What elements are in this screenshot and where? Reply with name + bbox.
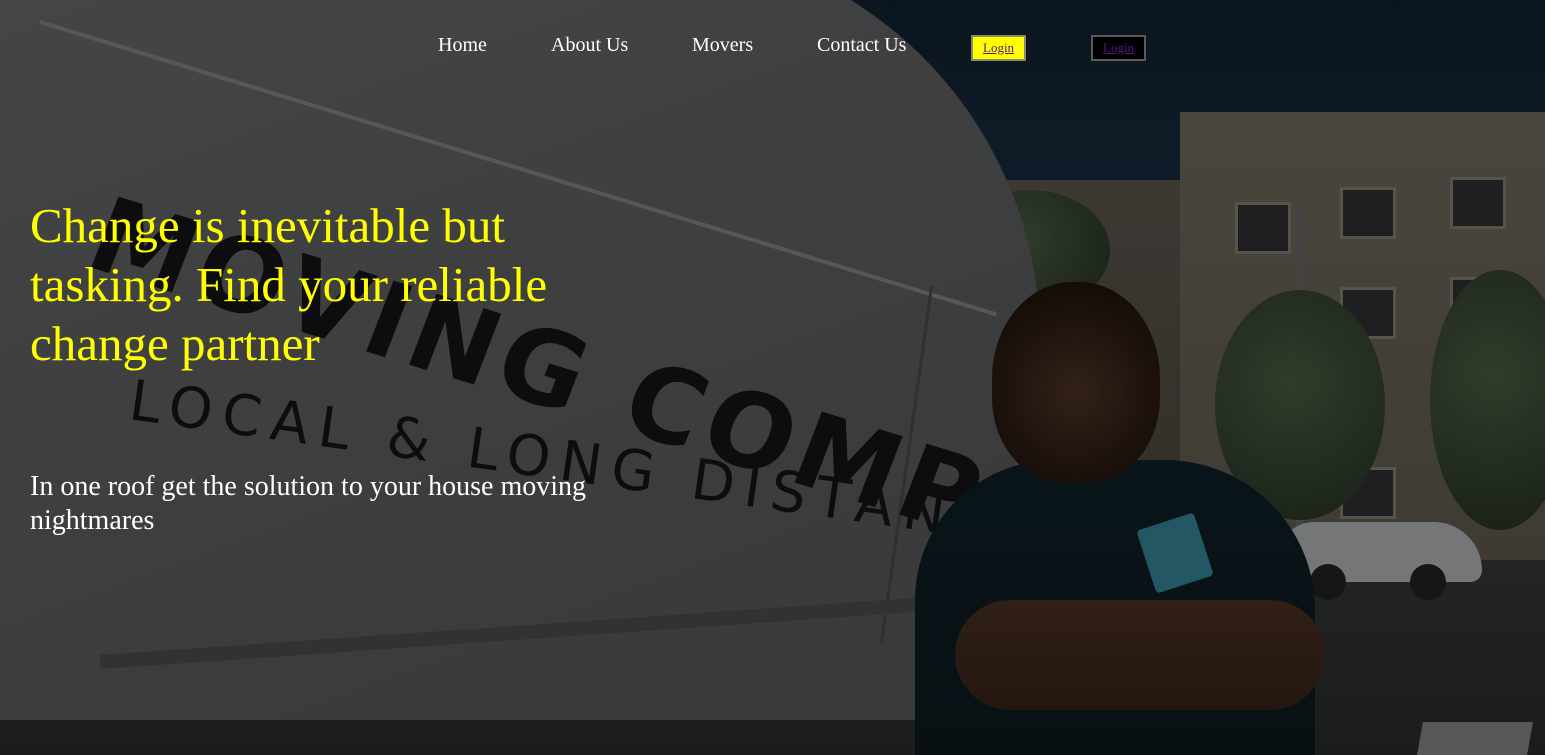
hero-headline: Change is inevitable but tasking. Find y… <box>30 198 548 371</box>
login-button-secondary[interactable]: Login <box>1091 35 1146 61</box>
hero-background-photo: MOVING COMPANY LOCAL & LONG DISTANCE <box>0 0 1545 755</box>
hero-subheadline: In one roof get the solution to your hou… <box>30 471 587 536</box>
login-button-primary[interactable]: Login <box>971 35 1026 61</box>
nav-link-about-us[interactable]: About Us <box>551 33 628 57</box>
dark-overlay <box>0 0 1545 755</box>
nav-link-contact-us[interactable]: Contact Us <box>817 33 906 57</box>
top-nav: Home About Us Movers Contact Us Login Lo… <box>0 0 1545 90</box>
hero-section: MOVING COMPANY LOCAL & LONG DISTANCE Hom… <box>0 0 1545 755</box>
nav-link-movers[interactable]: Movers <box>692 33 753 57</box>
nav-link-home[interactable]: Home <box>438 33 487 57</box>
